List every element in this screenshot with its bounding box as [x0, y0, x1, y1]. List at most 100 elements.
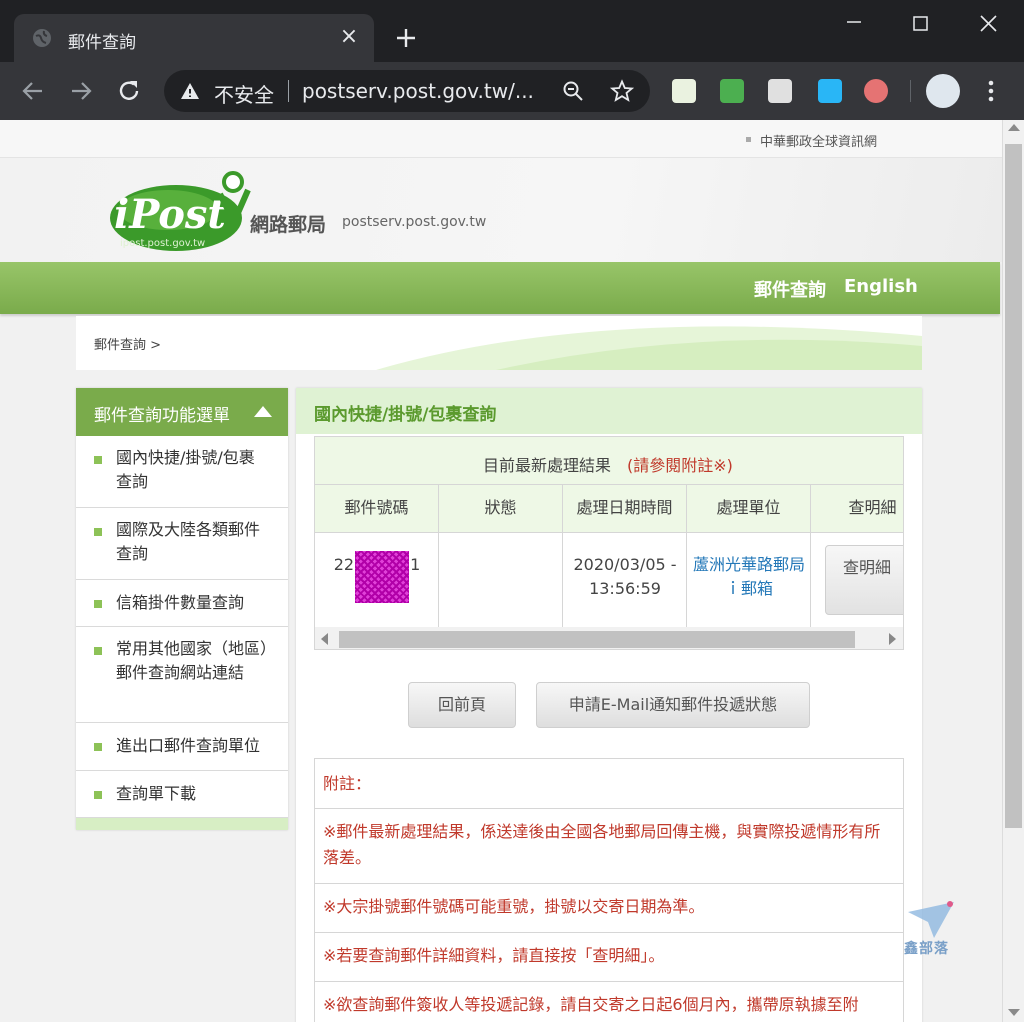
column-header: 查明細 — [811, 485, 903, 533]
url-text[interactable]: postserv.post.gov.tw/... — [302, 79, 534, 103]
kebab-icon[interactable] — [984, 78, 998, 104]
note-item: ※欲查詢郵件簽收人等投遞記錄，請自交寄之日起6個月內，攜帶原執據至附 — [323, 995, 859, 1014]
bullet-icon — [94, 647, 102, 655]
note-item: ※大宗掛號郵件號碼可能重號，掛號以交寄日期為準。 — [315, 884, 903, 933]
sidebar-header[interactable]: 郵件查詢功能選單 — [76, 388, 288, 436]
web-page: 中華郵政全球資訊網 iPost ipost.post.gov.tw 網路郵局 p… — [0, 120, 1002, 1022]
forward-icon[interactable] — [68, 78, 94, 104]
bullet-icon — [94, 456, 102, 464]
sidebar-item-label: 國際及大陸各類郵件查詢 — [116, 520, 261, 563]
sidebar-item-download[interactable]: 查詢單下載 — [76, 771, 288, 818]
decorative-swoosh — [376, 326, 922, 370]
site-domain: postserv.post.gov.tw — [342, 214, 487, 230]
warning-icon[interactable] — [180, 81, 200, 101]
svg-text:ipost.post.gov.tw: ipost.post.gov.tw — [120, 238, 205, 249]
extension-briefcase-icon[interactable] — [768, 79, 792, 103]
scroll-left-icon[interactable] — [321, 633, 328, 645]
back-button[interactable]: 回前頁 — [408, 682, 516, 728]
profile-avatar[interactable] — [926, 74, 960, 108]
tab-title: 郵件查詢 — [68, 33, 136, 53]
result-caption: 目前最新處理結果 (請參閱附註※) — [315, 437, 903, 485]
result-caption-note[interactable]: (請參閱附註※) — [627, 452, 733, 476]
reload-icon[interactable] — [116, 78, 142, 104]
close-icon[interactable]: × — [338, 26, 360, 48]
browser-toolbar: 不安全 postserv.post.gov.tw/... — [0, 62, 1024, 120]
bullet-icon — [94, 600, 102, 608]
bullet-icon — [94, 791, 102, 799]
security-label[interactable]: 不安全 — [214, 79, 274, 108]
ipost-logo[interactable]: iPost ipost.post.gov.tw — [106, 168, 254, 254]
minimize-icon[interactable] — [834, 10, 874, 38]
scroll-thumb[interactable] — [1005, 144, 1022, 828]
global-site-link-label[interactable]: 中華郵政全球資訊網 — [760, 135, 877, 150]
zoom-icon[interactable] — [562, 80, 584, 102]
note-item: ※郵件最新處理結果，係送達後由全國各地郵局回傳主機，與實際投遞情形有所落差。 — [315, 809, 903, 884]
email-notify-button[interactable]: 申請E-Mail通知郵件投遞狀態 — [536, 682, 810, 728]
column-header: 處理日期時間 — [563, 485, 687, 533]
back-icon[interactable] — [20, 78, 46, 104]
bullet-icon — [746, 137, 751, 142]
notes-table: 附註： ※郵件最新處理結果，係送達後由全國各地郵局回傳主機，與實際投遞情形有所落… — [314, 758, 904, 1022]
sidebar-item-label: 常用其他國家（地區）郵件查詢網站連結 — [116, 639, 269, 682]
bullet-icon — [94, 528, 102, 536]
globe-icon — [33, 29, 51, 47]
blog-watermark: 鑫部落 — [904, 941, 949, 957]
unit-cell: 蘆洲光華路郵局ｉ郵箱 — [687, 533, 811, 627]
page-scrollbar[interactable] — [1002, 120, 1024, 1022]
detail-button[interactable]: 查明細 — [825, 545, 903, 615]
detail-cell: 查明細 — [811, 533, 903, 627]
star-icon[interactable] — [610, 79, 634, 103]
panel-header: 國內快捷/掛號/包裹查詢 — [296, 388, 922, 434]
maximize-icon[interactable] — [900, 10, 940, 38]
breadcrumb-area: 郵件查詢 > — [76, 316, 922, 370]
breadcrumb[interactable]: 郵件查詢 > — [94, 334, 161, 353]
sidebar-item-mailbox[interactable]: 信箱掛件數量查詢 — [76, 580, 288, 627]
scroll-thumb[interactable] — [339, 631, 855, 648]
result-table: 目前最新處理結果 (請參閱附註※) 郵件號碼 狀態 處理日期時間 處理單位 查明… — [314, 436, 904, 650]
global-site-link[interactable]: 中華郵政全球資訊網 — [746, 131, 877, 150]
scroll-down-icon[interactable] — [1008, 1009, 1020, 1016]
sidebar-title: 郵件查詢功能選單 — [94, 406, 230, 426]
unit-link[interactable]: 蘆洲光華路郵局ｉ郵箱 — [693, 553, 805, 601]
omnibox-divider — [288, 80, 289, 102]
tracking-number-cell: 22010 071 — [315, 533, 439, 627]
horizontal-scrollbar[interactable] — [315, 627, 903, 649]
main-panel: 國內快捷/掛號/包裹查詢 目前最新處理結果 (請參閱附註※) 郵件號碼 狀態 處… — [296, 388, 922, 1022]
sidebar-item-import-export[interactable]: 進出口郵件查詢單位 — [76, 723, 288, 771]
sidebar-item-label: 進出口郵件查詢單位 — [116, 736, 261, 755]
datetime-cell: 2020/03/05 - 13:56:59 — [563, 533, 687, 627]
column-header: 郵件號碼 — [315, 485, 439, 533]
sidebar-item-label: 國內快捷/掛號/包裹查詢 — [116, 448, 255, 491]
plus-icon[interactable] — [392, 24, 420, 52]
address-bar[interactable]: 不安全 postserv.post.gov.tw/... — [164, 70, 650, 112]
column-header: 處理單位 — [687, 485, 811, 533]
collapse-caret-icon[interactable] — [254, 406, 272, 417]
extension-mail-icon[interactable] — [720, 79, 744, 103]
toolbar-divider — [910, 80, 911, 102]
result-caption-text: 目前最新處理結果 — [483, 456, 612, 475]
bullet-icon — [94, 743, 102, 751]
extension-notes-icon[interactable] — [672, 79, 696, 103]
nav-english[interactable]: English — [844, 276, 918, 297]
top-strip: 中華郵政全球資訊網 — [0, 120, 1002, 158]
main-nav-bar: 郵件查詢 English — [0, 262, 1000, 314]
nav-mail-query[interactable]: 郵件查詢 — [754, 276, 826, 302]
sidebar-item-international[interactable]: 國際及大陸各類郵件查詢 — [76, 508, 288, 580]
sidebar-item-domestic[interactable]: 國內快捷/掛號/包裹查詢 — [76, 436, 288, 508]
notes-title: 附註： — [315, 759, 903, 809]
column-header: 狀態 — [439, 485, 563, 533]
browser-tab[interactable]: 郵件查詢 × — [14, 14, 374, 62]
note-item: ※若要查詢郵件詳細資料，請直接按「查明細」。 — [315, 933, 903, 982]
extension-avatar-icon[interactable] — [864, 79, 888, 103]
scroll-right-icon[interactable] — [889, 633, 896, 645]
svg-text:iPost: iPost — [114, 191, 226, 238]
sidebar-item-label: 信箱掛件數量查詢 — [116, 593, 245, 612]
scroll-up-icon[interactable] — [1008, 124, 1020, 131]
datetime-value: 2020/03/05 - 13:56:59 — [573, 555, 677, 598]
sidebar-item-other-countries[interactable]: 常用其他國家（地區）郵件查詢網站連結 — [76, 627, 288, 723]
tab-strip: 郵件查詢 × — [0, 0, 1024, 62]
sidebar-item-label: 查詢單下載 — [116, 784, 197, 803]
window-close-icon[interactable] — [968, 10, 1008, 38]
sidebar-footer — [76, 818, 288, 830]
extension-share-icon[interactable] — [818, 79, 842, 103]
